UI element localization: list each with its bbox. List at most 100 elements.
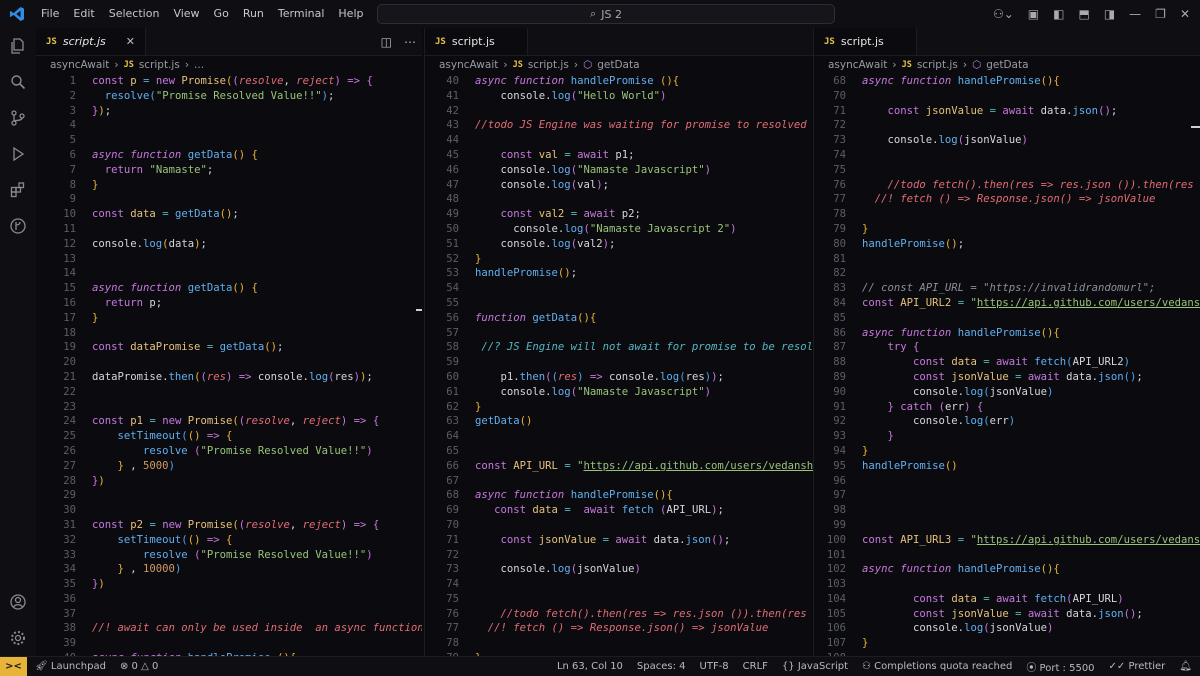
code-line[interactable]: 61 console.log("Namaste Javascript") <box>425 385 813 400</box>
code-line[interactable]: 74 <box>425 577 813 592</box>
code-line[interactable]: 51 console.log(val2); <box>425 237 813 252</box>
command-center-search[interactable]: ⌕ JS 2 <box>377 4 835 24</box>
notifications-bell-icon[interactable]: 🔔︎ <box>1179 661 1192 672</box>
code-line[interactable]: 91 } catch (err) { <box>814 400 1200 415</box>
code-line[interactable]: 49 const val2 = await p2; <box>425 207 813 222</box>
code-line[interactable]: 44 <box>425 133 813 148</box>
code-line[interactable]: 20 <box>36 355 422 370</box>
breadcrumb-folder[interactable]: asyncAwait <box>50 59 109 71</box>
split-editor-icon[interactable]: ◫ <box>381 35 392 49</box>
code-line[interactable]: 68 async function handlePromise(){ <box>425 488 813 503</box>
code-line[interactable]: 67 <box>425 474 813 489</box>
code-line[interactable]: 38 //! await can only be used inside an a… <box>36 621 422 636</box>
code-line[interactable]: 48 <box>425 192 813 207</box>
breadcrumb-folder[interactable]: asyncAwait <box>439 59 498 71</box>
code-editor[interactable]: 1 const p = new Promise((resolve, reject)… <box>36 74 422 656</box>
indentation[interactable]: Spaces: 4 <box>637 661 686 672</box>
menu-selection[interactable]: Selection <box>102 0 167 28</box>
code-line[interactable]: 90 console.log(jsonValue) <box>814 385 1200 400</box>
code-line[interactable]: 18 <box>36 326 422 341</box>
close-icon[interactable]: ✕ <box>126 35 135 48</box>
code-line[interactable]: 71 const jsonValue = await data.json(); <box>425 533 813 548</box>
code-line[interactable]: 47 console.log(val); <box>425 178 813 193</box>
code-line[interactable]: 39 <box>36 636 422 651</box>
code-line[interactable]: 37 <box>36 607 422 622</box>
toggle-panel-icon[interactable]: ⬒ <box>1078 7 1089 21</box>
menu-edit[interactable]: Edit <box>66 0 101 28</box>
code-line[interactable]: 58 //? JS Engine will not await for prom… <box>425 340 813 355</box>
code-line[interactable]: 84 const API_URL2 = "https://api.github.c… <box>814 296 1200 311</box>
code-line[interactable]: 59 <box>425 355 813 370</box>
code-line[interactable]: 42 <box>425 104 813 119</box>
code-editor[interactable]: 68 async function handlePromise(){70 71 co… <box>814 74 1200 656</box>
run-debug-icon[interactable] <box>0 136 36 172</box>
code-line[interactable]: 45 const val = await p1; <box>425 148 813 163</box>
code-line[interactable]: 77 //! fetch () => Response.json() => js… <box>814 192 1200 207</box>
live-server-port[interactable]: ⦿ Port : 5500 <box>1026 659 1094 674</box>
toggle-secondary-sidebar-icon[interactable]: ◨ <box>1104 7 1115 21</box>
code-line[interactable]: 57 <box>425 326 813 341</box>
code-line[interactable]: 28}) <box>36 474 422 489</box>
code-line[interactable]: 66 const API_URL = "https://api.github.co… <box>425 459 813 474</box>
code-line[interactable]: 22 <box>36 385 422 400</box>
code-line[interactable]: 31 const p2 = new Promise((resolve, rejec… <box>36 518 422 533</box>
code-line[interactable]: 73 console.log(jsonValue) <box>425 562 813 577</box>
code-line[interactable]: 8} <box>36 178 422 193</box>
code-line[interactable]: 68 async function handlePromise(){ <box>814 74 1200 89</box>
code-line[interactable]: 56 function getData(){ <box>425 311 813 326</box>
encoding[interactable]: UTF-8 <box>700 661 729 672</box>
code-line[interactable]: 76 //todo fetch().then(res => res.json (… <box>814 178 1200 193</box>
code-line[interactable]: 82 <box>814 266 1200 281</box>
code-line[interactable]: 83 // const API_URL = "https://invalidran… <box>814 281 1200 296</box>
code-line[interactable]: 35}) <box>36 577 422 592</box>
code-line[interactable]: 75 <box>425 592 813 607</box>
layout-icon[interactable]: ▣ <box>1028 7 1039 21</box>
code-line[interactable]: 93 } <box>814 429 1200 444</box>
more-actions-icon[interactable]: ⋯ <box>404 35 416 49</box>
code-line[interactable]: 11 <box>36 222 422 237</box>
code-line[interactable]: 74 <box>814 148 1200 163</box>
code-line[interactable]: 7 return "Namaste"; <box>36 163 422 178</box>
code-line[interactable]: 2 resolve("Promise Resolved Value!!"); <box>36 89 422 104</box>
menu-terminal[interactable]: Terminal <box>271 0 332 28</box>
prettier-status[interactable]: ✓✓ Prettier <box>1109 661 1166 672</box>
search-icon[interactable] <box>0 64 36 100</box>
code-line[interactable]: 36 <box>36 592 422 607</box>
code-line[interactable]: 85 <box>814 311 1200 326</box>
launchpad-item[interactable]: 🚀︎ Launchpad <box>35 661 106 672</box>
code-line[interactable]: 105 const jsonValue = await data.json(); <box>814 607 1200 622</box>
code-line[interactable]: 52} <box>425 252 813 267</box>
code-line[interactable]: 72 <box>425 548 813 563</box>
breadcrumb-folder[interactable]: asyncAwait <box>828 59 887 71</box>
breadcrumb-file[interactable]: script.js <box>139 59 180 71</box>
code-line[interactable]: 65 <box>425 444 813 459</box>
minimize-icon[interactable]: — <box>1129 7 1141 21</box>
code-line[interactable]: 21 dataPromise.then((res) => console.log(… <box>36 370 422 385</box>
settings-gear-icon[interactable] <box>0 620 36 656</box>
code-line[interactable]: 13 <box>36 252 422 267</box>
code-line[interactable]: 78 <box>425 636 813 651</box>
code-line[interactable]: 16 return p; <box>36 296 422 311</box>
code-line[interactable]: 88 const data = await fetch(API_URL2) <box>814 355 1200 370</box>
code-line[interactable]: 78 <box>814 207 1200 222</box>
tab-script-js[interactable]: JS script.js <box>425 28 528 55</box>
code-line[interactable]: 50 console.log("Namaste Javascript 2") <box>425 222 813 237</box>
code-line[interactable]: 101 <box>814 548 1200 563</box>
code-line[interactable]: 75 <box>814 163 1200 178</box>
menu-run[interactable]: Run <box>236 0 271 28</box>
code-line[interactable]: 19 const dataPromise = getData(); <box>36 340 422 355</box>
code-line[interactable]: 53 handlePromise(); <box>425 266 813 281</box>
code-editor[interactable]: 40 async function handlePromise (){41 con… <box>425 74 813 656</box>
code-line[interactable]: 29 <box>36 488 422 503</box>
problems-item[interactable]: ⊗ 0 △ 0 <box>120 661 158 672</box>
code-line[interactable]: 4 <box>36 118 422 133</box>
menu-help[interactable]: Help <box>331 0 370 28</box>
code-line[interactable]: 70 <box>425 518 813 533</box>
code-line[interactable]: 46 console.log("Namaste Javascript") <box>425 163 813 178</box>
code-line[interactable]: 23 <box>36 400 422 415</box>
code-line[interactable]: 69 const data = await fetch (API_URL); <box>425 503 813 518</box>
code-line[interactable]: 100 const API_URL3 = "https://api.github.… <box>814 533 1200 548</box>
code-line[interactable]: 6 async function getData() { <box>36 148 422 163</box>
code-line[interactable]: 12 console.log(data); <box>36 237 422 252</box>
code-line[interactable]: 9 <box>36 192 422 207</box>
